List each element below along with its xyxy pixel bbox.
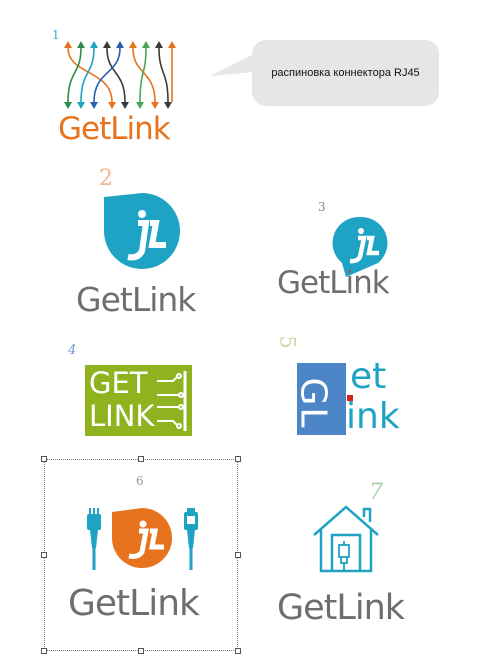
circuit-traces-icon: [157, 371, 187, 431]
get-link-green-logo-4: GET LINK: [85, 365, 192, 436]
resize-handle-bottom[interactable]: [138, 648, 144, 654]
resize-handle-left[interactable]: [41, 552, 47, 558]
resize-handle-right[interactable]: [235, 552, 241, 558]
rj45-pinout-icon: [64, 41, 176, 109]
brand-name-6[interactable]: GetLink: [68, 583, 200, 624]
logo5-gl-vertical: GL: [292, 377, 334, 430]
resize-handle-bottom-right[interactable]: [235, 648, 241, 654]
option-number-5: 5: [275, 335, 300, 349]
brand-name-7: GetLink: [277, 588, 405, 628]
option-number-3: 3: [318, 200, 326, 214]
right-connector-icon: [184, 508, 198, 570]
left-connector-icon: [87, 508, 101, 570]
gl-circle-logo-2: [104, 193, 180, 269]
callout-bubble: распиновка коннектора RJ45: [252, 40, 439, 106]
house-connector-icon: [313, 505, 379, 573]
logo4-line2: LINK: [89, 399, 155, 433]
gl-block-logo-5: GL: [292, 363, 346, 435]
logo5-ink: ink: [346, 396, 400, 437]
brand-name-2: GetLink: [76, 280, 196, 319]
brand-name-1: GetLink: [58, 111, 171, 147]
option-number-2: 2: [99, 166, 113, 191]
resize-handle-top-left[interactable]: [41, 456, 47, 462]
callout-text: распиновка коннектора RJ45: [271, 67, 420, 79]
resize-handle-bottom-left[interactable]: [41, 648, 47, 654]
option-number-1: 1: [52, 28, 60, 42]
option-number-7: 7: [369, 480, 383, 505]
logo5-et: et: [350, 356, 387, 397]
resize-handle-top[interactable]: [138, 456, 144, 462]
callout-pointer: [210, 54, 254, 76]
option-number-6: 6: [136, 474, 144, 488]
logo4-line1: GET: [89, 366, 148, 400]
resize-handle-top-right[interactable]: [235, 456, 241, 462]
brand-name-3: GetLink: [277, 265, 390, 301]
option-number-4: 4: [68, 343, 77, 358]
gl-orange-circle-logo-6: [112, 508, 172, 568]
